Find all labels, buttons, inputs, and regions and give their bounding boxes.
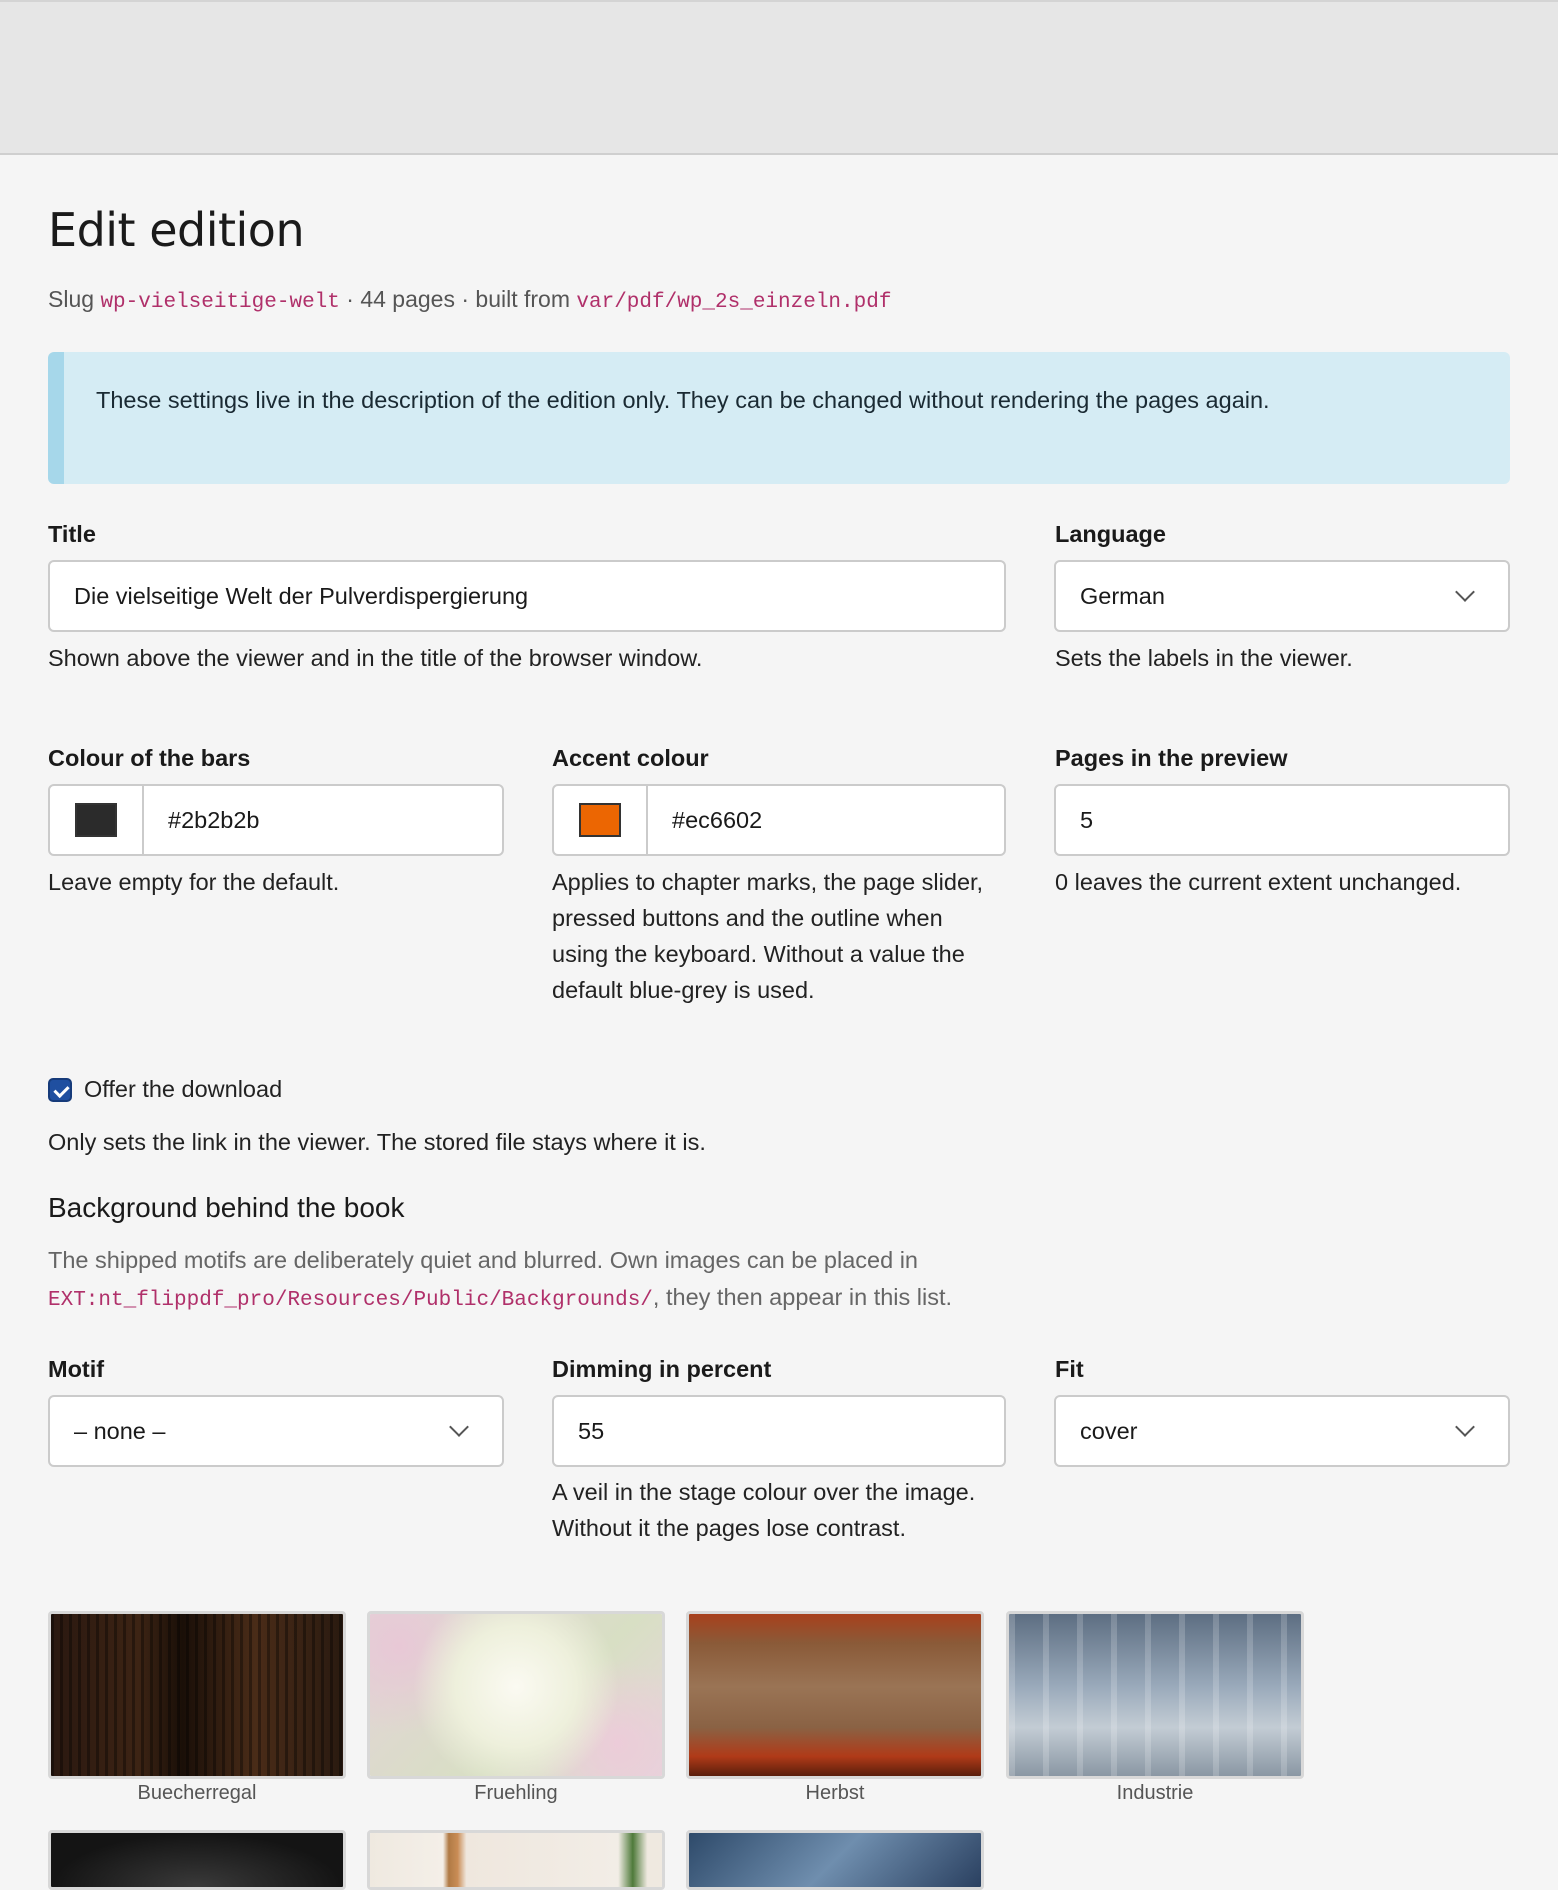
background-intro-rest: , they then appear in this list. — [652, 1284, 953, 1310]
bar-colour-field[interactable]: #2b2b2b — [48, 784, 504, 856]
motif-thumb-buecherregal[interactable] — [48, 1611, 346, 1779]
motif-thumb-industrie[interactable] — [1006, 1611, 1304, 1779]
winter-image — [689, 1833, 981, 1887]
motif-select-value: – none – — [74, 1417, 166, 1444]
title-help: Shown above the viewer and in the title … — [48, 645, 703, 671]
background-intro-line: The shipped motifs are deliberately quie… — [48, 1247, 919, 1273]
preview-pages-value: 5 — [1080, 806, 1094, 833]
download-checkbox[interactable] — [48, 1078, 72, 1102]
title-input-value: Die vielseitige Welt der Pulverdispergie… — [74, 582, 529, 609]
motif-thumb-interior[interactable] — [367, 1830, 665, 1890]
accent-help-line: pressed buttons and the outline when — [552, 905, 943, 931]
motif-thumb-fruehling[interactable] — [367, 1611, 665, 1779]
motif-thumb-winter[interactable] — [686, 1830, 984, 1890]
dark-backdrop-image — [51, 1833, 343, 1887]
language-help: Sets the labels in the viewer. — [1055, 645, 1353, 671]
accent-colour-swatch — [579, 803, 621, 837]
page-title: Edit edition — [48, 203, 305, 257]
backgrounds-path: EXT:nt_flippdf_pro/Resources/Public/Back… — [48, 1289, 653, 1312]
fit-label: Fit — [1055, 1356, 1084, 1382]
motif-select[interactable]: – none – — [48, 1395, 504, 1467]
accent-colour-field[interactable]: #ec6602 — [552, 784, 1006, 856]
dimming-input[interactable]: 55 — [552, 1395, 1006, 1467]
source-path: var/pdf/wp_2s_einzeln.pdf — [576, 291, 892, 314]
dimming-help: A veil in the stage colour over the imag… — [552, 1474, 975, 1546]
dimming-help-line: Without it the pages lose contrast. — [552, 1515, 906, 1541]
bookshelf-image — [51, 1614, 343, 1776]
bar-colour-swatch — [75, 803, 117, 837]
accent-colour-value: #ec6602 — [672, 806, 763, 833]
motif-caption: Herbst — [805, 1782, 865, 1804]
bar-colour-value: #2b2b2b — [168, 806, 260, 833]
accent-colour-picker[interactable] — [554, 786, 648, 854]
bar-colour-label: Colour of the bars — [48, 745, 251, 771]
preview-pages-label: Pages in the preview — [1055, 745, 1288, 771]
chevron-down-icon — [1455, 582, 1475, 602]
dimming-help-line: A veil in the stage colour over the imag… — [552, 1479, 976, 1505]
spring-blossom-image — [370, 1614, 662, 1776]
motif-label: Motif — [48, 1356, 105, 1382]
chevron-down-icon — [449, 1417, 469, 1437]
dimming-label: Dimming in percent — [552, 1356, 772, 1382]
industry-image — [1009, 1614, 1301, 1776]
slug-label: Slug — [48, 286, 95, 312]
chevron-down-icon — [1455, 1417, 1475, 1437]
language-label: Language — [1055, 521, 1166, 547]
language-select[interactable]: German — [1054, 560, 1510, 632]
language-select-value: German — [1080, 582, 1165, 609]
pages-info: · 44 pages · built from — [346, 286, 570, 312]
motif-thumb-herbst[interactable] — [686, 1611, 984, 1779]
info-callout: These settings live in the description o… — [48, 352, 1510, 484]
title-input[interactable]: Die vielseitige Welt der Pulverdispergie… — [48, 560, 1006, 632]
download-label[interactable]: Offer the download — [84, 1076, 282, 1103]
accent-colour-help: Applies to chapter marks, the page slide… — [552, 864, 983, 1008]
bar-colour-picker[interactable] — [50, 786, 144, 854]
background-section-title: Background behind the book — [48, 1192, 405, 1223]
accent-help-line: Applies to chapter marks, the page slide… — [552, 869, 984, 895]
accent-colour-label: Accent colour — [552, 745, 709, 771]
motif-caption: Fruehling — [474, 1782, 558, 1804]
background-intro: The shipped motifs are deliberately quie… — [48, 1242, 952, 1319]
slug-value: wp-vielseitige-welt — [100, 291, 340, 314]
preview-pages-input[interactable]: 5 — [1054, 784, 1510, 856]
dimming-value: 55 — [578, 1417, 605, 1444]
background-intro-line: EXT:nt_flippdf_pro/Resources/Public/Back… — [48, 1279, 952, 1319]
fit-select-value: cover — [1080, 1417, 1138, 1444]
interior-image — [370, 1833, 662, 1887]
edition-meta: Slug wp-vielseitige-welt · 44 pages · bu… — [48, 286, 891, 314]
accent-help-line: default blue-grey is used. — [552, 977, 815, 1003]
accent-help-line: using the keyboard. Without a value the — [552, 941, 965, 967]
motif-caption: Industrie — [1116, 1782, 1194, 1804]
fit-select[interactable]: cover — [1054, 1395, 1510, 1467]
top-bar — [0, 0, 1558, 155]
title-label: Title — [48, 521, 96, 547]
download-help: Only sets the link in the viewer. The st… — [48, 1129, 706, 1155]
preview-pages-help: 0 leaves the current extent unchanged. — [1055, 869, 1462, 895]
motif-thumb-dark[interactable] — [48, 1830, 346, 1890]
info-callout-text: These settings live in the description o… — [96, 387, 1270, 413]
motif-caption: Buecherregal — [137, 1782, 257, 1804]
autumn-leaves-image — [689, 1614, 981, 1776]
bar-colour-help: Leave empty for the default. — [48, 869, 340, 895]
